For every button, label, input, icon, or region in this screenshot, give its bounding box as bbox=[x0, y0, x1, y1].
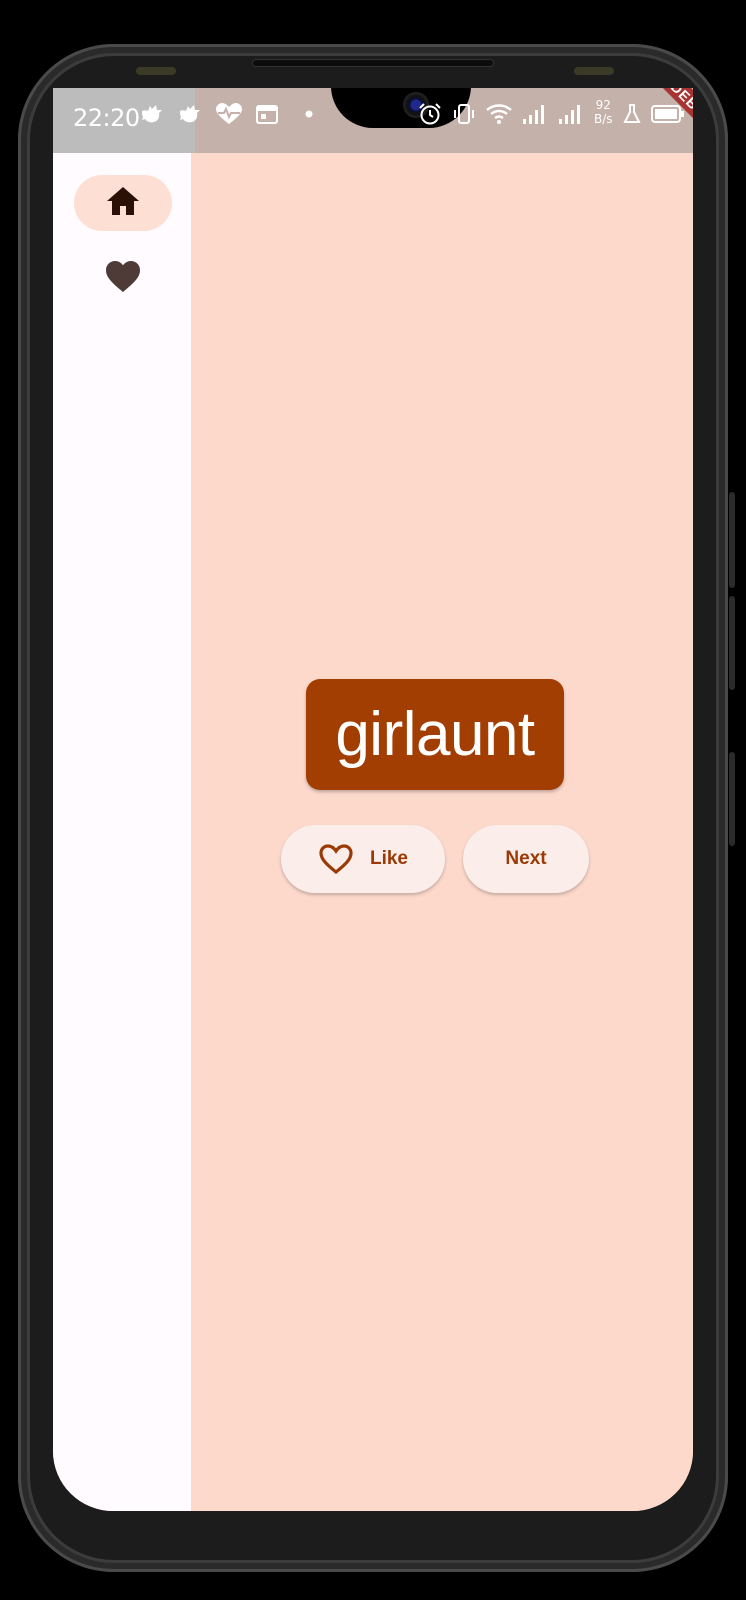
word-pair-text: girlaunt bbox=[335, 700, 535, 769]
wifi-icon bbox=[486, 103, 512, 125]
notification-bird-icon bbox=[177, 102, 203, 126]
navigation-rail bbox=[53, 153, 191, 1511]
battery-icon bbox=[650, 104, 685, 124]
home-icon bbox=[105, 185, 141, 222]
network-speed-value: 92 bbox=[595, 98, 611, 112]
dot-icon bbox=[305, 110, 313, 118]
next-button-label: Next bbox=[505, 848, 547, 869]
app-screen: 22:20 92 B/s DEBUG girlaunt Like Next bbox=[53, 88, 693, 1511]
status-bar: 22:20 92 B/s DEBUG bbox=[53, 88, 693, 158]
network-speed: 92 B/s bbox=[594, 98, 613, 126]
heart-filled-icon bbox=[105, 260, 141, 299]
system-status-icons: 92 B/s bbox=[418, 98, 685, 126]
power-button bbox=[729, 752, 735, 846]
alarm-icon bbox=[418, 102, 442, 126]
volume-down-button bbox=[729, 596, 735, 690]
vibrate-icon bbox=[452, 102, 476, 126]
ambient-sensor bbox=[574, 67, 614, 75]
notification-icons bbox=[139, 102, 313, 126]
proximity-sensor bbox=[136, 67, 176, 75]
signal-icon bbox=[558, 103, 584, 125]
network-speed-unit: B/s bbox=[594, 112, 613, 126]
volume-up-button bbox=[729, 492, 735, 588]
rail-item-favorites[interactable] bbox=[74, 251, 172, 307]
calendar-icon bbox=[255, 102, 279, 126]
earpiece-speaker bbox=[252, 59, 494, 67]
like-button[interactable]: Like bbox=[281, 825, 445, 893]
like-button-label: Like bbox=[369, 848, 409, 869]
rail-item-home[interactable] bbox=[74, 175, 172, 231]
generator-page: girlaunt Like Next bbox=[191, 153, 693, 1511]
status-time: 22:20 bbox=[73, 104, 140, 132]
word-pair-card: girlaunt bbox=[306, 679, 564, 790]
signal-icon bbox=[522, 103, 548, 125]
notification-bird-icon bbox=[139, 102, 165, 126]
beaker-icon bbox=[622, 103, 641, 125]
heart-pulse-icon bbox=[215, 102, 243, 126]
heart-outline-icon bbox=[318, 843, 354, 875]
next-button[interactable]: Next bbox=[463, 825, 589, 893]
